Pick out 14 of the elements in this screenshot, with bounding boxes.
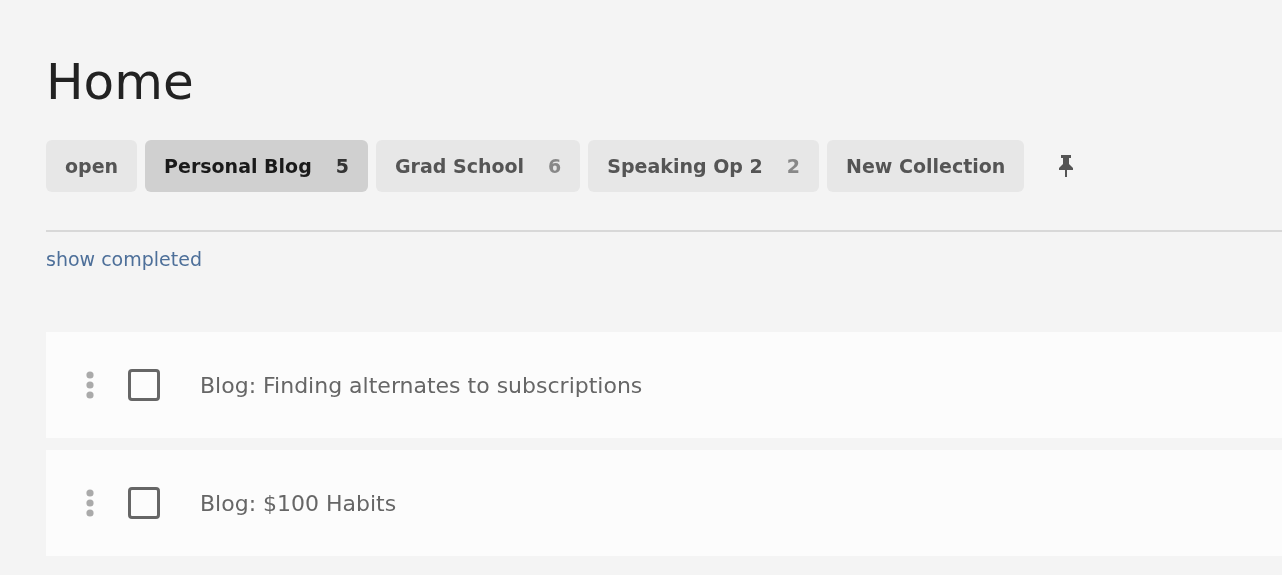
task-checkbox[interactable] (128, 487, 160, 519)
pin-icon[interactable] (1058, 154, 1075, 178)
drag-handle-icon[interactable] (86, 489, 94, 517)
drag-handle-icon[interactable] (86, 371, 94, 399)
show-completed-link[interactable]: show completed (46, 248, 202, 270)
collection-tab[interactable]: New Collection (827, 140, 1025, 192)
page-title: Home (46, 52, 194, 113)
task-title: Blog: $100 Habits (200, 490, 397, 516)
collection-tab[interactable]: Speaking Op 2 2 (588, 140, 820, 192)
collection-tab[interactable]: open (46, 140, 138, 192)
collection-tab[interactable]: Grad School 6 (376, 140, 581, 192)
collection-tab[interactable]: Personal Blog 5 (145, 140, 368, 192)
task-title: Blog: Finding alternates to subscriptions (200, 372, 643, 398)
task-checkbox[interactable] (128, 369, 160, 401)
